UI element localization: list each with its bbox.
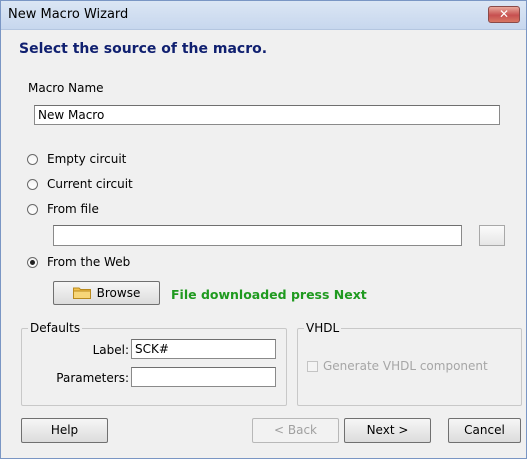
label-input[interactable]: SCK# — [131, 339, 276, 359]
browse-button-label: Browse — [96, 286, 141, 300]
radio-current-circuit-button[interactable] — [27, 178, 38, 190]
macro-name-input[interactable]: New Macro — [34, 105, 500, 125]
window-title: New Macro Wizard — [8, 7, 129, 22]
radio-from-web-button[interactable] — [27, 256, 38, 268]
parameters-field-caption: Parameters: — [56, 371, 129, 385]
back-button[interactable]: < Back — [252, 418, 339, 443]
radio-from-file-button[interactable] — [27, 203, 38, 215]
radio-from-file-label: From file — [47, 202, 99, 216]
vhdl-group-title: VHDL — [304, 321, 342, 335]
radio-empty-circuit-label: Empty circuit — [47, 152, 127, 166]
radio-from-web-label: From the Web — [47, 255, 131, 269]
page-heading: Select the source of the macro. — [19, 41, 268, 57]
download-status-text: File downloaded press Next — [171, 287, 367, 302]
title-bar[interactable]: New Macro Wizard ✕ — [1, 1, 526, 30]
radio-from-file[interactable]: From file — [27, 201, 99, 217]
cancel-button[interactable]: Cancel — [448, 418, 521, 443]
radio-current-circuit-label: Current circuit — [47, 177, 133, 191]
macro-name-label: Macro Name — [28, 81, 104, 95]
radio-empty-circuit[interactable]: Empty circuit — [27, 151, 126, 167]
parameters-input[interactable] — [131, 367, 276, 387]
radio-current-circuit[interactable]: Current circuit — [27, 176, 133, 192]
label-field-caption: Label: — [92, 343, 129, 357]
generate-vhdl-label: Generate VHDL component — [323, 359, 488, 373]
next-button[interactable]: Next > — [344, 418, 431, 443]
help-button[interactable]: Help — [21, 418, 108, 443]
file-browse-button[interactable] — [479, 225, 505, 246]
radio-empty-circuit-button[interactable] — [27, 153, 38, 165]
generate-vhdl-checkbox[interactable] — [307, 361, 318, 372]
new-macro-wizard-dialog: New Macro Wizard ✕ Select the source of … — [0, 0, 527, 459]
radio-from-web[interactable]: From the Web — [27, 254, 130, 270]
file-path-input[interactable] — [53, 225, 462, 246]
close-icon: ✕ — [498, 7, 510, 21]
folder-icon — [72, 287, 91, 299]
browse-button[interactable]: Browse — [53, 281, 160, 305]
close-button[interactable]: ✕ — [488, 6, 520, 23]
defaults-group-title: Defaults — [28, 321, 83, 335]
